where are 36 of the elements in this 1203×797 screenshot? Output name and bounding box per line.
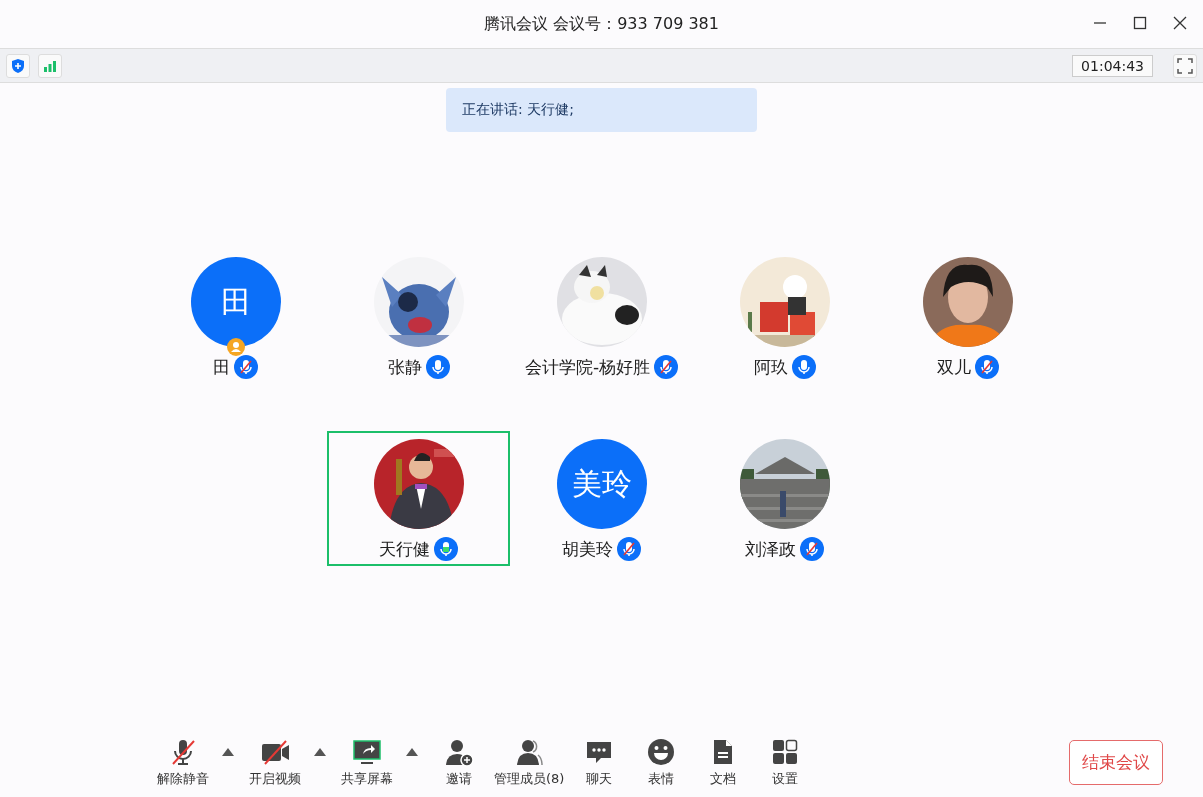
mic-button[interactable]: 解除静音 <box>152 736 214 788</box>
participant-name: 天行健 <box>379 537 430 561</box>
end-meeting-button[interactable]: 结束会议 <box>1069 739 1163 785</box>
window-title: 腾讯会议 会议号：933 709 381 <box>484 13 719 35</box>
participant-tile[interactable]: 双儿 <box>876 249 1059 384</box>
meeting-timer: 01:04:43 <box>1072 54 1153 77</box>
participant-tile[interactable]: 美玲 胡美玲 <box>510 431 693 566</box>
caret-icon[interactable] <box>314 748 326 756</box>
participant-tile[interactable]: 田 田 <box>144 249 327 384</box>
members-button[interactable]: 管理成员(8) <box>490 736 569 788</box>
emoji-button[interactable]: 表情 <box>630 736 693 788</box>
caret-icon[interactable] <box>406 748 418 756</box>
participant-tile[interactable]: 天行健 <box>327 431 510 566</box>
participant-name: 会计学院-杨好胜 <box>524 355 651 379</box>
participant-tile[interactable]: 阿玖 <box>693 249 876 384</box>
avatar-initials: 美玲 <box>556 439 647 529</box>
share-button[interactable]: 共享屏幕 <box>336 736 398 788</box>
video-button[interactable]: 开启视频 <box>244 736 306 788</box>
invite-button[interactable]: 邀请 <box>428 736 490 788</box>
fullscreen-icon[interactable] <box>1173 53 1197 78</box>
participant-tile[interactable]: 刘泽政 <box>693 431 876 566</box>
participant-name: 双儿 <box>936 355 971 379</box>
participant-name: 阿玖 <box>753 355 788 379</box>
shield-icon[interactable] <box>6 53 30 78</box>
caret-icon[interactable] <box>222 748 234 756</box>
smiley-icon <box>646 736 677 767</box>
participant-name: 刘泽政 <box>745 537 796 561</box>
participant-name: 张静 <box>387 355 422 379</box>
docs-button[interactable]: 文档 <box>692 736 755 788</box>
participant-tile[interactable]: 张静 <box>327 249 510 384</box>
chat-button[interactable]: 聊天 <box>568 736 631 788</box>
participant-tile[interactable]: 会计学院-杨好胜 <box>510 249 693 384</box>
participant-name: 田 <box>213 355 230 379</box>
participant-name: 胡美玲 <box>562 537 613 561</box>
speaking-banner: 正在讲话: 天行健; <box>446 88 757 132</box>
settings-button[interactable]: 设置 <box>754 736 817 788</box>
